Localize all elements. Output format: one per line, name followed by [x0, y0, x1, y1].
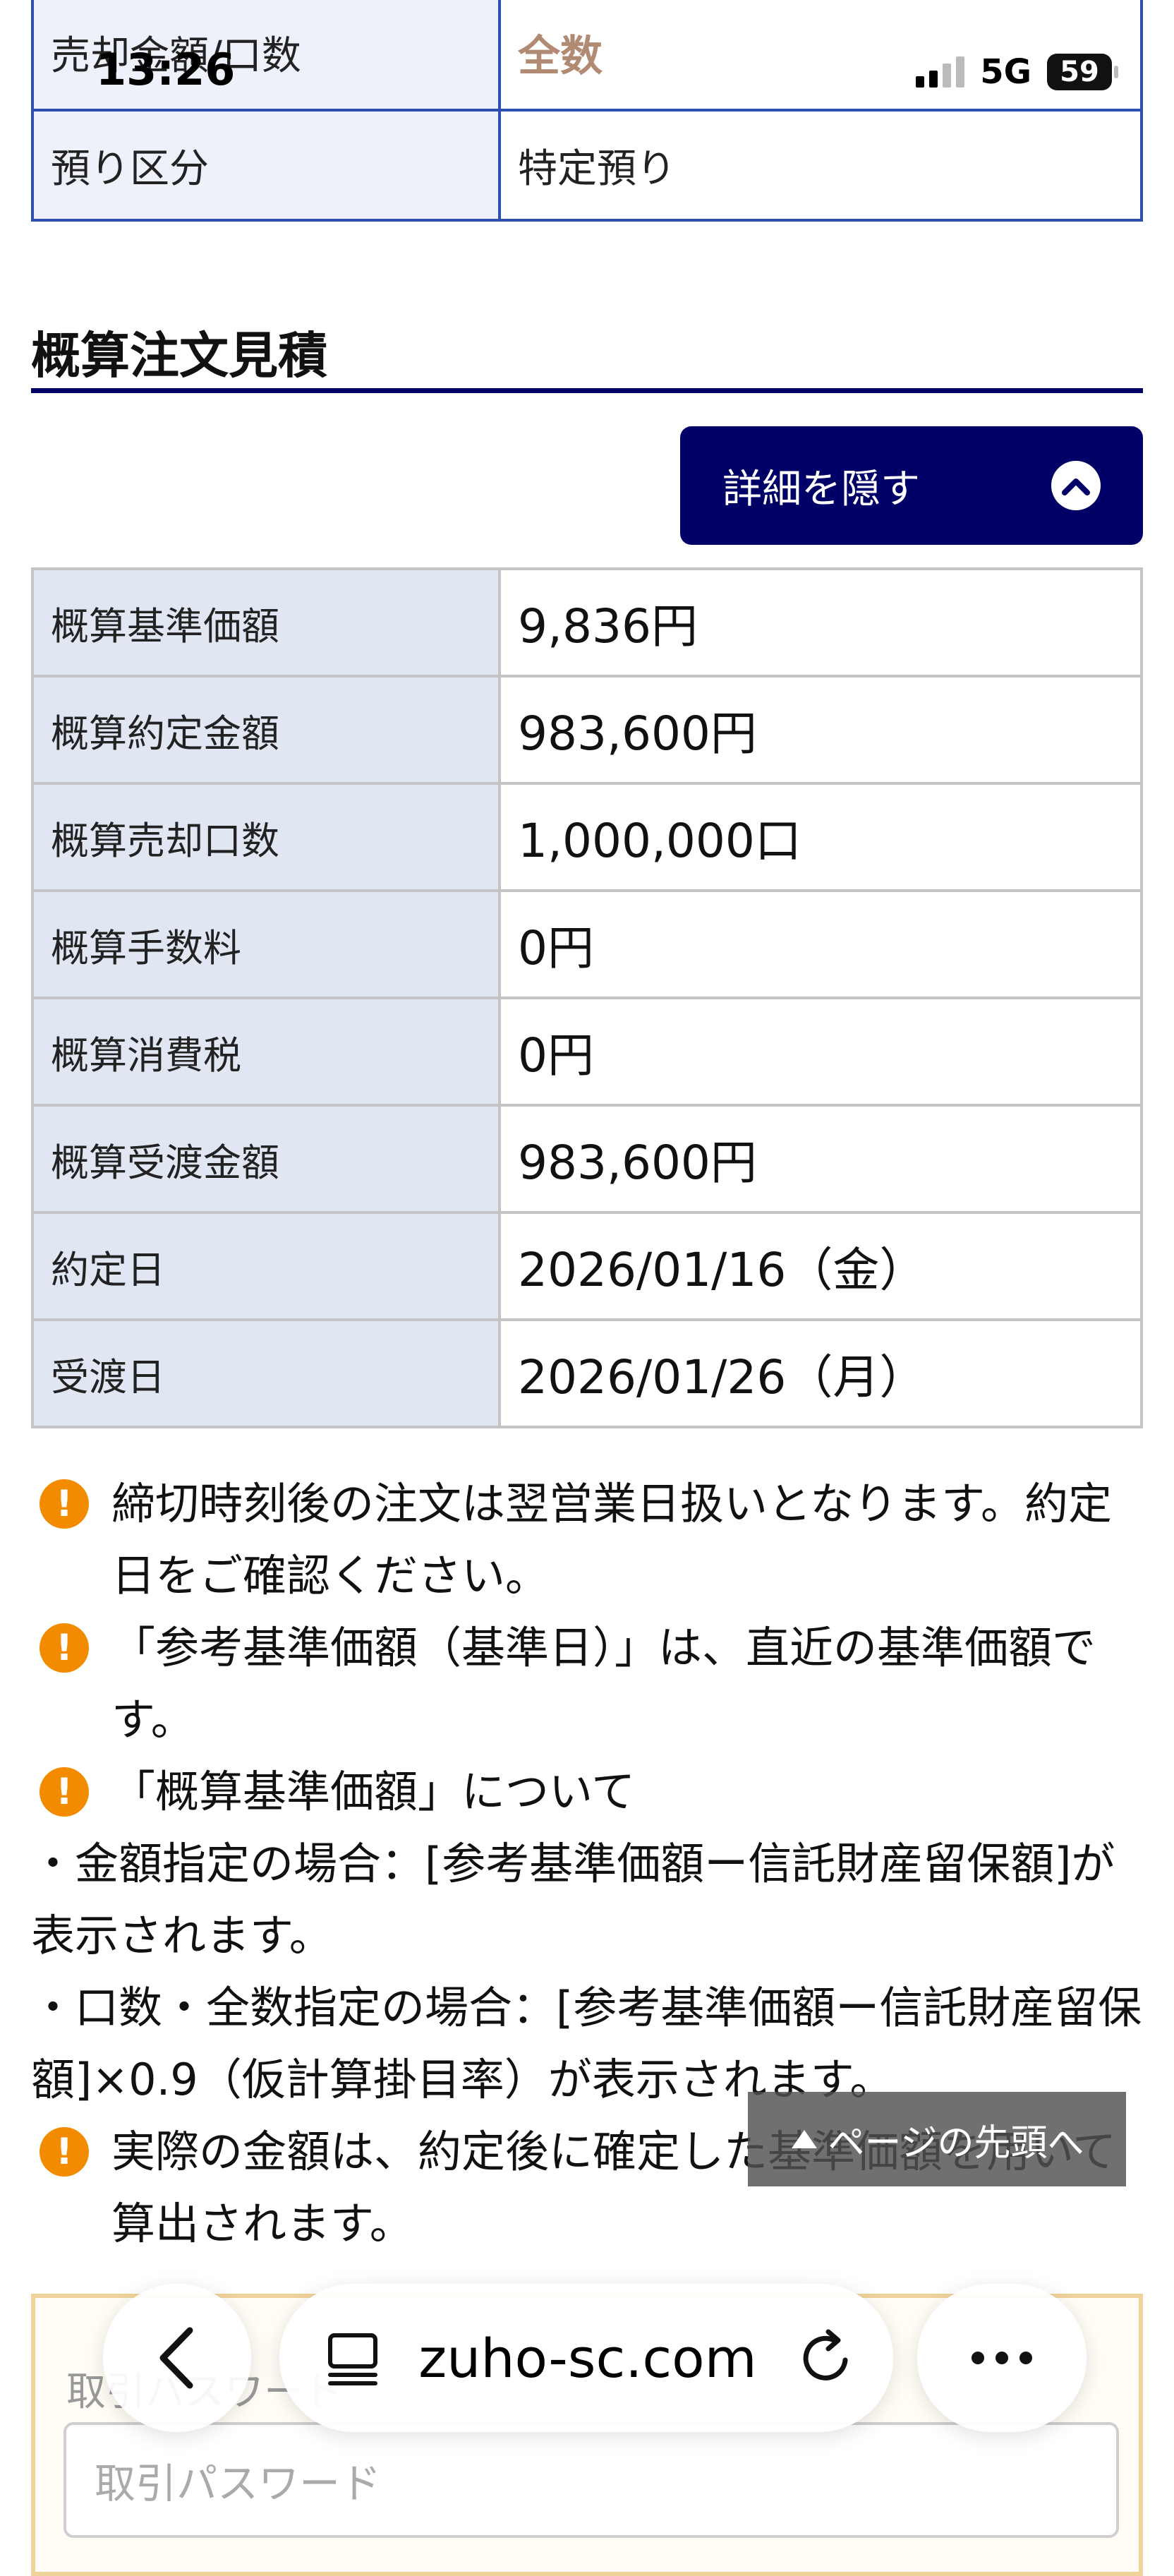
table-row: 概算手数料 0円 [31, 889, 1143, 999]
row-label: 概算売却口数 [31, 782, 501, 892]
status-indicators: 5G 59 [916, 52, 1118, 92]
note-text: 締切時刻後の注文は翌営業日扱いとなります。約定日をご確認ください。 [111, 1478, 1112, 1601]
table-row: 概算消費税 0円 [31, 997, 1143, 1107]
back-to-top-button[interactable]: ページの先頭へ [748, 2092, 1126, 2186]
battery-level: 59 [1060, 56, 1099, 88]
signal-icon [916, 56, 965, 88]
chevron-up-icon [1051, 461, 1101, 510]
note-text: 「参考基準価額（基準日）」は、直近の基準価額です。 [111, 1622, 1096, 1745]
row-value: 0円 [498, 889, 1143, 999]
triangle-up-icon [791, 2130, 817, 2148]
warning-icon: ! [40, 1479, 89, 1529]
network-label: 5G [980, 52, 1031, 92]
table-row: 概算売却口数 1,000,000口 [31, 782, 1143, 892]
chevron-left-icon [159, 2327, 193, 2389]
all-shares-value: 全数 [518, 31, 603, 81]
section-divider [31, 388, 1143, 393]
more-options-button[interactable] [917, 2284, 1087, 2432]
table-row: 受渡日 2026/01/26（月） [31, 1318, 1143, 1428]
row-value: 9,836円 [498, 567, 1143, 678]
row-label: 預り区分 [31, 109, 501, 222]
note-bullet: ・金額指定の場合：[参考基準価額ー信託財産留保額]が表示されます。 [31, 1838, 1115, 1961]
url-text: zuho-sc.com [418, 2326, 757, 2390]
more-dots-icon [996, 2352, 1008, 2364]
reload-icon[interactable] [794, 2326, 858, 2390]
row-value: 983,600円 [498, 675, 1143, 785]
warning-icon: ! [40, 1623, 89, 1673]
row-label: 概算手数料 [31, 889, 501, 999]
table-row: 概算受渡金額 983,600円 [31, 1104, 1143, 1214]
tab-view-icon[interactable] [325, 2330, 381, 2386]
estimate-table: 概算基準価額 9,836円 概算約定金額 983,600円 概算売却口数 1,000,… [31, 567, 1143, 1428]
table-row: 預り区分 特定預り [31, 109, 1143, 222]
hide-details-label: 詳細を隠す [722, 466, 920, 512]
battery-icon: 59 [1047, 54, 1118, 90]
status-time: 13:26 [96, 44, 236, 95]
note-item: ! 「参考基準価額（基準日）」は、直近の基準価額です。 [31, 1612, 1146, 1756]
section-title: 概算注文見積 [31, 327, 327, 385]
row-label: 概算基準価額 [31, 567, 501, 678]
table-row: 概算約定金額 983,600円 [31, 675, 1143, 785]
row-label: 概算約定金額 [31, 675, 501, 785]
page: 売却金額/口数 全数 預り区分 特定預り 13:26 5G 59 概算注文見積 … [0, 0, 1174, 2576]
note-text: 「概算基準価額」について [111, 1766, 636, 1817]
row-value: 2026/01/16（金） [498, 1211, 1143, 1321]
row-label: 約定日 [31, 1211, 501, 1321]
row-value: 0円 [498, 997, 1143, 1107]
warning-icon: ! [40, 2127, 89, 2177]
note-item: ! 「概算基準価額」について [31, 1756, 1146, 1828]
order-summary-table: 売却金額/口数 全数 預り区分 特定預り [31, 0, 1143, 222]
back-to-top-label: ページの先頭へ [828, 2121, 1084, 2165]
address-bar[interactable]: zuho-sc.com [279, 2284, 893, 2432]
password-input[interactable]: 取引パスワード [63, 2422, 1119, 2538]
table-row: 概算基準価額 9,836円 [31, 567, 1143, 678]
row-value: 特定預り [498, 109, 1143, 222]
row-label: 概算消費税 [31, 997, 501, 1107]
password-placeholder: 取引パスワード [95, 2460, 382, 2508]
row-value: 2026/01/26（月） [498, 1318, 1143, 1428]
table-row: 約定日 2026/01/16（金） [31, 1211, 1143, 1321]
row-value: 983,600円 [498, 1104, 1143, 1214]
browser-back-button[interactable] [103, 2284, 251, 2432]
row-label: 受渡日 [31, 1318, 501, 1428]
note-item: ! 締切時刻後の注文は翌営業日扱いとなります。約定日をご確認ください。 [31, 1468, 1146, 1612]
row-label: 概算受渡金額 [31, 1104, 501, 1214]
row-value: 1,000,000口 [498, 782, 1143, 892]
hide-details-button[interactable]: 詳細を隠す [680, 426, 1143, 545]
more-dots-icon [1019, 2352, 1032, 2364]
more-dots-icon [972, 2352, 984, 2364]
warning-icon: ! [40, 1767, 89, 1817]
